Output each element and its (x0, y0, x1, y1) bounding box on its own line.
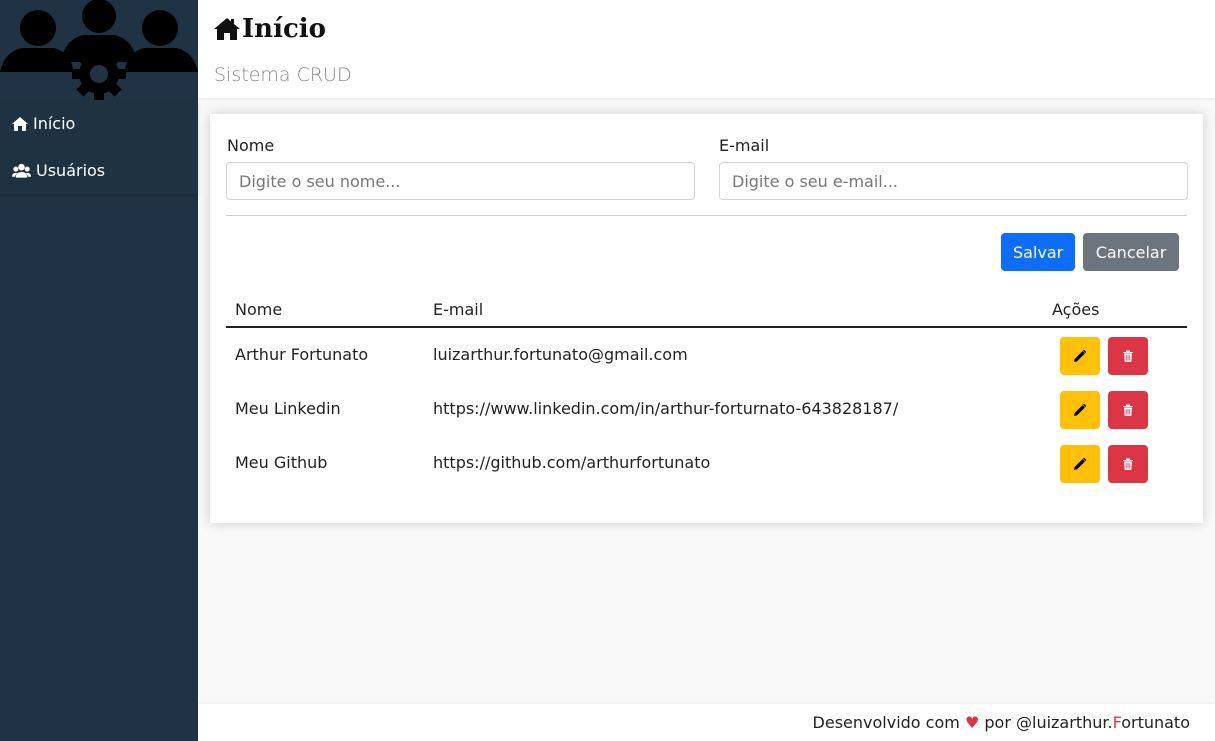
name-label: Nome (227, 136, 275, 155)
table-row: Meu Github https://github.com/arthurfort… (226, 436, 1187, 490)
trash-icon (1123, 404, 1133, 416)
footer: Desenvolvido com ♥ por @luizarthur.Fortu… (198, 704, 1215, 741)
edit-button[interactable] (1060, 391, 1100, 429)
save-button[interactable]: Salvar (1001, 233, 1075, 271)
divider (226, 215, 1187, 216)
pencil-icon (1074, 404, 1086, 416)
pencil-icon (1074, 350, 1086, 362)
footer-prefix: Desenvolvido com (812, 713, 960, 732)
cancel-button[interactable]: Cancelar (1083, 233, 1179, 271)
name-input[interactable] (226, 162, 695, 200)
row-name: Arthur Fortunato (235, 345, 369, 364)
sidebar: Início Usuários (0, 0, 198, 741)
crud-card: Nome E-mail Salvar Cancelar Nome E-mail … (210, 114, 1203, 523)
users-icon (12, 163, 31, 178)
edit-button[interactable] (1060, 445, 1100, 483)
edit-button[interactable] (1060, 337, 1100, 375)
footer-suffix: por @luizarthur. (984, 713, 1113, 732)
footer-credits: Desenvolvido com ♥ por @luizarthur.Fortu… (813, 713, 1190, 732)
logo (0, 0, 198, 100)
column-header-nome: Nome (235, 300, 283, 319)
footer-rest: ortunato (1121, 713, 1190, 732)
delete-button[interactable] (1108, 391, 1148, 429)
row-name: Meu Github (235, 453, 328, 472)
table-header: Nome E-mail Ações (226, 300, 1187, 328)
footer-accent-letter: F (1112, 713, 1122, 732)
delete-button[interactable] (1108, 337, 1148, 375)
table-row: Arthur Fortunato luizarthur.fortunato@gm… (226, 328, 1187, 382)
heart-icon: ♥ (964, 713, 980, 732)
row-email: https://www.linkedin.com/in/arthur-fortu… (433, 399, 899, 418)
sidebar-menu: Início Usuários (0, 100, 198, 194)
page-subtitle: Sistema CRUD (214, 64, 352, 86)
table-row: Meu Linkedin https://www.linkedin.com/in… (226, 382, 1187, 436)
delete-button[interactable] (1108, 445, 1148, 483)
trash-icon (1123, 350, 1133, 362)
row-name: Meu Linkedin (235, 399, 341, 418)
page-title: Início (214, 14, 326, 44)
row-email: luizarthur.fortunato@gmail.com (433, 345, 688, 364)
column-header-email: E-mail (433, 300, 484, 319)
home-icon (12, 116, 28, 131)
row-email: https://github.com/arthurfortunato (433, 453, 711, 472)
sidebar-item-label: Usuários (36, 161, 106, 180)
trash-icon (1123, 458, 1133, 470)
page-title-text: Início (242, 14, 326, 44)
column-header-acoes: Ações (1052, 300, 1100, 319)
users-gear-logo-icon (0, 0, 198, 100)
email-label: E-mail (719, 136, 770, 155)
sidebar-item-usuarios[interactable]: Usuários (0, 147, 198, 194)
home-icon (214, 18, 240, 40)
pencil-icon (1074, 458, 1086, 470)
sidebar-item-label: Início (33, 114, 76, 133)
sidebar-item-inicio[interactable]: Início (0, 100, 198, 147)
page-header: Início Sistema CRUD (198, 0, 1215, 98)
email-input[interactable] (719, 162, 1188, 200)
